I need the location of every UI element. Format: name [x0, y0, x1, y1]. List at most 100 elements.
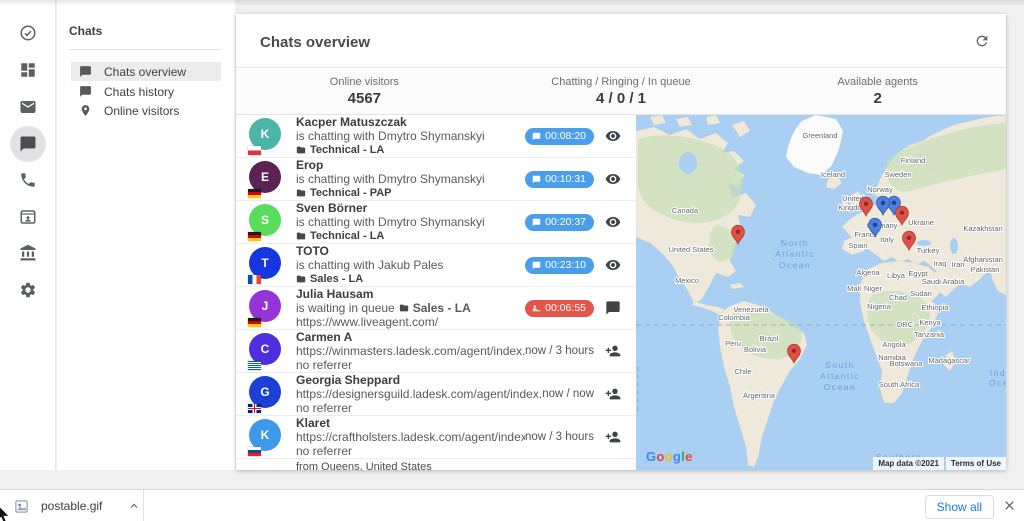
department: Technical - PAP: [296, 187, 525, 199]
chat-row-erop[interactable]: E Erop is chatting with Dmytro Shymansky…: [236, 158, 636, 201]
chat-row-toto[interactable]: T TOTO is chatting with Jakub Pales Sale…: [236, 244, 636, 287]
visitors-world-map[interactable]: GreenlandIcelandFinlandSwedenNorwayUnite…: [636, 115, 1006, 470]
svg-text:Botswana: Botswana: [890, 359, 924, 368]
close-downloads-icon[interactable]: [1003, 499, 1016, 512]
svg-text:Ind: Ind: [990, 368, 1006, 378]
nav-item-online-visitors[interactable]: Online visitors: [71, 101, 221, 120]
svg-text:Italy: Italy: [880, 235, 894, 244]
flag-germany-icon: [248, 189, 261, 198]
visitor-referrer: no referrer: [296, 402, 542, 415]
icon-rail: [0, 0, 56, 470]
flag-france-icon: [248, 275, 261, 284]
flag-slovakia-icon: [248, 447, 261, 456]
svg-text:Chad: Chad: [889, 293, 907, 302]
visitor-location: from Queens, United States: [296, 459, 432, 470]
folder-icon: [296, 274, 306, 284]
svg-text:Angola: Angola: [882, 340, 906, 349]
svg-text:Niger: Niger: [864, 284, 882, 293]
visitor-name: Klaret: [296, 417, 525, 430]
mail-icon[interactable]: [19, 98, 37, 116]
chat-row-kacper[interactable]: K Kacper Matuszczak is chatting with Dmy…: [236, 115, 636, 158]
visitor-name: TOTO: [296, 245, 525, 258]
visitor-status: is chatting with Dmytro Shymanskyi: [296, 130, 525, 143]
chat-bubble-icon: [532, 132, 541, 141]
visit-duration: now / now: [542, 388, 594, 400]
svg-text:Peru: Peru: [725, 339, 741, 348]
invite-person-add-icon[interactable]: [605, 429, 621, 445]
visitor-name: Julia Hausam: [296, 288, 525, 301]
svg-text:Spain: Spain: [848, 241, 867, 250]
chat-row-georgia[interactable]: G Georgia Sheppard https://designersguil…: [236, 373, 636, 416]
nav-panel-title: Chats: [69, 24, 102, 38]
svg-text:North: North: [781, 238, 809, 248]
stat-available-agents: Available agents 2: [749, 69, 1006, 114]
view-chat-eye-icon[interactable]: [605, 257, 621, 273]
settings-gear-icon[interactable]: [19, 281, 37, 299]
view-chat-eye-icon[interactable]: [605, 171, 621, 187]
svg-text:Iceland: Iceland: [821, 170, 845, 179]
flag-germany-icon: [248, 318, 261, 327]
stat-value: 4567: [236, 90, 493, 107]
invite-person-add-icon[interactable]: [605, 386, 621, 402]
mouse-cursor: [0, 505, 13, 521]
google-logo[interactable]: Google: [646, 449, 693, 464]
svg-text:Mali: Mali: [847, 284, 861, 293]
nav-divider: [69, 49, 221, 50]
visitor-status: is chatting with Dmytro Shymanskyi: [296, 173, 525, 186]
chat-timer-badge: 00:23:10: [525, 257, 594, 274]
location-pin-icon: [79, 104, 92, 117]
download-item[interactable]: postable.gif: [14, 490, 140, 521]
stat-label: Available agents: [749, 76, 1006, 88]
nav-item-label: Chats history: [104, 85, 174, 99]
dashboard-icon[interactable]: [19, 61, 37, 79]
flag-uk-icon: [248, 404, 261, 413]
check-circle-icon[interactable]: [19, 24, 37, 42]
svg-text:Ocean: Ocean: [824, 382, 857, 392]
stats-bar: Online visitors 4567 Chatting / Ringing …: [236, 69, 1006, 115]
stat-online-visitors: Online visitors 4567: [236, 69, 493, 114]
show-all-downloads-button[interactable]: Show all: [925, 495, 994, 519]
invite-person-add-icon[interactable]: [605, 343, 621, 359]
chat-bubble-icon: [79, 65, 92, 78]
chat-row-klaret[interactable]: K Klaret https://craftholsters.ladesk.co…: [236, 416, 636, 459]
chats-overview-card: Chats overview Online visitors 4567 Chat…: [236, 14, 1006, 470]
visitor-status: is waiting in queueSales - LA: [296, 302, 525, 315]
svg-text:Turkey: Turkey: [917, 246, 940, 255]
svg-text:Nigeria: Nigeria: [867, 302, 892, 311]
nav-item-chats-overview[interactable]: Chats overview: [71, 62, 221, 81]
gif-file-icon: [14, 499, 29, 514]
view-chat-eye-icon[interactable]: [605, 128, 621, 144]
svg-text:Ethiopia: Ethiopia: [921, 303, 949, 312]
nav-panel: Chats Chats overview Chats history Onlin…: [57, 0, 235, 470]
nav-item-chats-history[interactable]: Chats history: [71, 82, 221, 101]
phone-icon[interactable]: [19, 171, 37, 189]
visitor-referrer: no referrer: [296, 445, 525, 458]
bank-icon[interactable]: [19, 244, 37, 262]
svg-text:Sweden: Sweden: [884, 170, 911, 179]
visitor-url: https://winmasters.ladesk.com/agent/inde…: [296, 345, 525, 358]
view-chat-eye-icon[interactable]: [605, 214, 621, 230]
svg-text:Colombia: Colombia: [718, 313, 751, 322]
world-map-svg: GreenlandIcelandFinlandSwedenNorwayUnite…: [636, 115, 1006, 470]
chat-row-partial[interactable]: from Queens, United States: [236, 459, 636, 470]
terms-of-use-link[interactable]: Terms of Use: [946, 457, 1006, 470]
stat-value: 2: [749, 90, 1006, 107]
chats-icon[interactable]: [19, 135, 37, 153]
svg-text:Saudi Arabia: Saudi Arabia: [922, 277, 965, 286]
chat-row-sven[interactable]: S Sven Börner is chatting with Dmytro Sh…: [236, 201, 636, 244]
open-chat-icon[interactable]: [605, 300, 621, 316]
chat-row-carmen[interactable]: C Carmen A https://winmasters.ladesk.com…: [236, 330, 636, 373]
svg-text:Kenya: Kenya: [919, 318, 941, 327]
nav-item-label: Chats overview: [104, 65, 186, 79]
chat-row-julia[interactable]: J Julia Hausam is waiting in queueSales …: [236, 287, 636, 330]
chat-bubble-icon: [532, 218, 541, 227]
svg-text:Mexico: Mexico: [675, 276, 699, 285]
nav-item-label: Online visitors: [104, 104, 179, 118]
contacts-icon[interactable]: [19, 208, 37, 226]
visitor-url: https://www.liveagent.com/: [296, 316, 525, 329]
svg-text:Madagascar: Madagascar: [928, 356, 970, 365]
refresh-icon[interactable]: [974, 33, 992, 51]
department: Technical - LA: [296, 144, 525, 156]
svg-text:Libya: Libya: [887, 271, 906, 280]
chevron-up-icon[interactable]: [128, 500, 140, 512]
